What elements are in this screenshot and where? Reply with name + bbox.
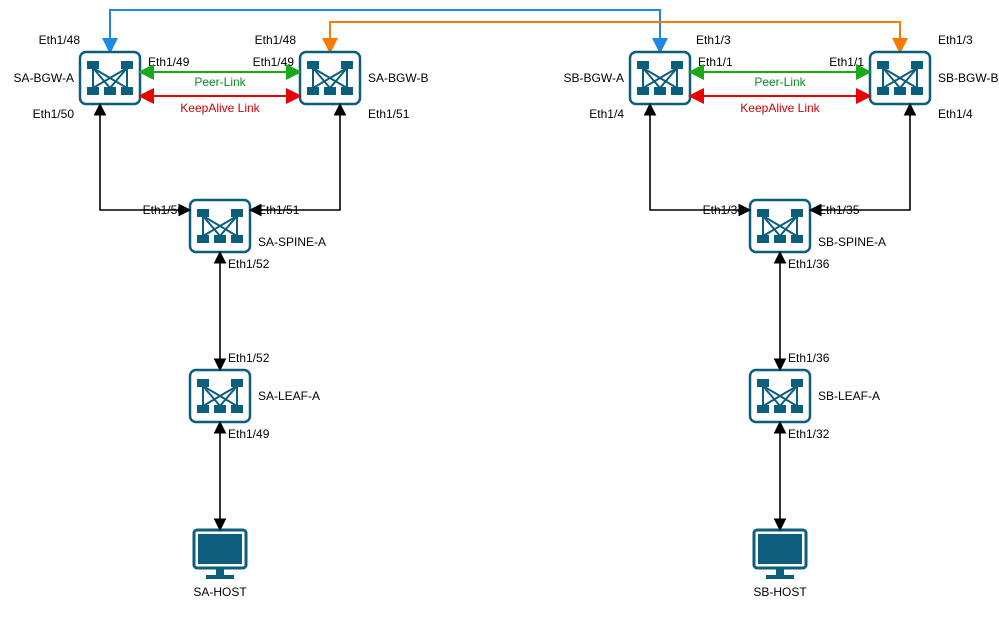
sb-bgw-a-label: SB-BGW-A bbox=[564, 71, 624, 85]
sb-bgw-b-if-left: Eth1/1 bbox=[829, 55, 864, 69]
sa-leaf-if-top: Eth1/52 bbox=[228, 351, 270, 365]
sa-leaf-a-icon bbox=[190, 370, 250, 422]
sb-bgw-b-to-spine bbox=[812, 106, 910, 210]
sa-host-label: SA-HOST bbox=[193, 585, 247, 599]
sb-host-icon bbox=[754, 530, 806, 579]
sa-bgw-a-if-top: Eth1/48 bbox=[39, 33, 81, 47]
network-diagram: SA-BGW-A Eth1/48 Eth1/49 Eth1/50 SA-BGW-… bbox=[0, 0, 999, 633]
sb-peer-link-label: Peer-Link bbox=[754, 75, 806, 89]
sa-bgw-a-to-spine bbox=[100, 106, 188, 210]
sb-bgw-b-icon bbox=[870, 52, 930, 104]
sa-bgw-b-if-down: Eth1/51 bbox=[368, 107, 410, 121]
sa-spine-a-icon bbox=[190, 200, 250, 252]
sb-host-label: SB-HOST bbox=[753, 585, 807, 599]
sb-bgw-b-if-down: Eth1/4 bbox=[938, 107, 973, 121]
sa-bgw-b-icon bbox=[300, 52, 360, 104]
sb-spine-if-down: Eth1/36 bbox=[788, 257, 830, 271]
dci-link-blue bbox=[110, 10, 660, 50]
sb-bgw-a-to-spine bbox=[650, 106, 748, 210]
sa-spine-a-label: SA-SPINE-A bbox=[258, 235, 326, 249]
sa-bgw-b-label: SA-BGW-B bbox=[368, 71, 428, 85]
sa-bgw-b-if-top: Eth1/48 bbox=[255, 33, 297, 47]
sa-bgw-a-icon bbox=[80, 52, 140, 104]
sa-host-icon bbox=[194, 530, 246, 579]
sa-spine-if-down: Eth1/52 bbox=[228, 257, 270, 271]
sa-bgw-b-to-spine bbox=[252, 106, 340, 210]
sb-bgw-b-if-top: Eth1/3 bbox=[938, 33, 973, 47]
sb-bgw-a-if-down: Eth1/4 bbox=[589, 107, 624, 121]
sa-leaf-if-down: Eth1/49 bbox=[228, 427, 270, 441]
sb-leaf-if-down: Eth1/32 bbox=[788, 427, 830, 441]
sb-bgw-a-icon bbox=[630, 52, 690, 104]
sb-leaf-a-icon bbox=[750, 370, 810, 422]
sb-bgw-a-if-top: Eth1/3 bbox=[696, 33, 731, 47]
sa-bgw-a-if-right: Eth1/49 bbox=[148, 55, 190, 69]
sb-bgw-a-if-right: Eth1/1 bbox=[698, 55, 733, 69]
sa-leaf-a-label: SA-LEAF-A bbox=[258, 389, 320, 403]
sb-bgw-b-label: SB-BGW-B bbox=[938, 71, 998, 85]
sa-bgw-b-if-left: Eth1/49 bbox=[253, 55, 295, 69]
dci-link-orange bbox=[330, 22, 900, 50]
sb-leaf-a-label: SB-LEAF-A bbox=[818, 389, 880, 403]
sb-keepalive-label: KeepAlive Link bbox=[740, 101, 820, 115]
sa-peer-link-label: Peer-Link bbox=[194, 75, 246, 89]
sa-bgw-a-label: SA-BGW-A bbox=[14, 71, 74, 85]
sa-bgw-a-if-down: Eth1/50 bbox=[33, 107, 75, 121]
sb-spine-a-label: SB-SPINE-A bbox=[818, 235, 886, 249]
sa-keepalive-label: KeepAlive Link bbox=[180, 101, 260, 115]
sb-spine-a-icon bbox=[750, 200, 810, 252]
sb-leaf-if-top: Eth1/36 bbox=[788, 351, 830, 365]
